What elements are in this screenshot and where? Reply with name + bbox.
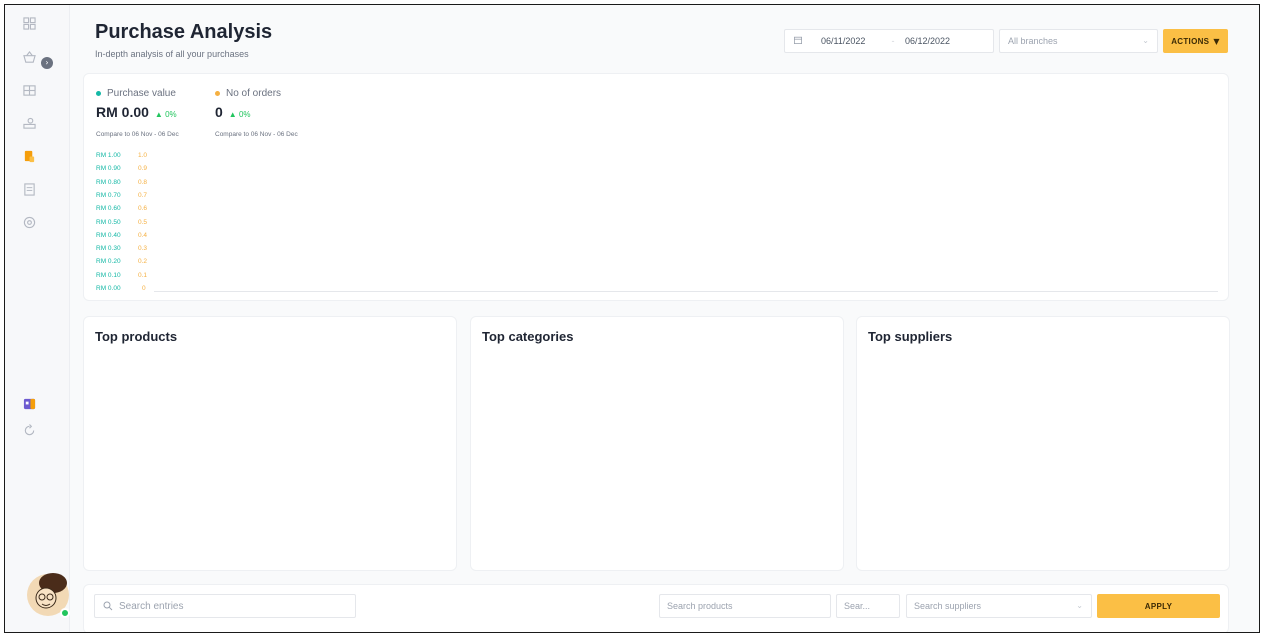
purchase-value-change: ▲ 0% xyxy=(155,110,177,119)
search-icon xyxy=(103,601,113,611)
refresh-icon[interactable] xyxy=(22,423,36,437)
calendar-icon xyxy=(785,36,811,47)
y-right-tick-label: 0 xyxy=(142,285,146,292)
change-value: 0% xyxy=(165,110,177,119)
online-status-indicator xyxy=(60,608,70,618)
search-products-input[interactable]: Search products xyxy=(659,594,831,618)
main-content: Purchase Analysis In-depth analysis of a… xyxy=(70,5,1259,632)
y-right-tick-label: 0.7 xyxy=(138,191,148,199)
legend-no-of-orders: No of orders xyxy=(215,88,281,99)
legend-purchase-value: Purchase value xyxy=(96,88,176,99)
top-products-panel: Top products xyxy=(83,316,457,571)
legend-label: Purchase value xyxy=(107,88,176,99)
purchase-chart-card: Purchase value No of orders RM 0.00 ▲ 0%… xyxy=(83,73,1229,301)
y-left-tick-label: RM 0.70 xyxy=(96,191,121,199)
search-suppliers-placeholder: Search suppliers xyxy=(914,601,982,611)
y-right-tick-label: 0.2 xyxy=(138,258,148,266)
y-left-tick-label: RM 0.50 xyxy=(96,218,121,226)
search-short-input[interactable]: Sear... xyxy=(836,594,900,618)
top-suppliers-panel: Top suppliers xyxy=(856,316,1230,571)
y-right-tick-label: 0.8 xyxy=(138,178,148,186)
trend-up-icon: ▲ xyxy=(228,110,237,119)
purchase-value-amount: RM 0.00 xyxy=(96,104,149,120)
top-products-title: Top products xyxy=(95,329,178,344)
teal-dot-icon xyxy=(96,91,101,96)
y-right-tick-label: 0.4 xyxy=(138,231,148,239)
date-from[interactable]: 06/11/2022 xyxy=(811,36,881,46)
orders-compare: Compare to 06 Nov - 06 Dec xyxy=(215,131,298,138)
purchase-icon[interactable] xyxy=(22,149,36,163)
top-categories-panel: Top categories xyxy=(470,316,844,571)
page-title: Purchase Analysis xyxy=(95,21,273,43)
trend-up-icon: ▲ xyxy=(154,110,163,119)
branch-select[interactable]: All branches ⌄ xyxy=(999,29,1158,53)
orders-stat: 0 ▲ 0% xyxy=(215,104,251,120)
y-left-tick-label: RM 0.10 xyxy=(96,271,121,279)
chevron-down-icon: ⌄ xyxy=(1076,601,1083,610)
y-left-tick-label: RM 0.90 xyxy=(96,165,121,173)
y-left-tick-label: RM 0.80 xyxy=(96,178,121,186)
y-left-tick-label: RM 0.40 xyxy=(96,231,121,239)
date-range-picker[interactable]: 06/11/2022 - 06/12/2022 xyxy=(784,29,994,53)
caret-down-icon: ▼ xyxy=(1213,36,1220,46)
actions-button[interactable]: ACTIONS ▼ xyxy=(1163,29,1228,53)
y-left-tick-label: RM 0.30 xyxy=(96,245,121,253)
search-entries-placeholder: Search entries xyxy=(119,600,184,612)
y-left-tick-label: RM 0.20 xyxy=(96,258,121,266)
orders-change: ▲ 0% xyxy=(229,110,251,119)
page-subtitle: In-depth analysis of all your purchases xyxy=(95,49,249,59)
date-separator: - xyxy=(891,36,895,46)
sidebar: › xyxy=(5,5,70,632)
y-left-tick-label: RM 0.60 xyxy=(96,205,121,213)
filter-bar: Search entries Search products Sear... S… xyxy=(83,584,1229,632)
y-right-tick-label: 1.0 xyxy=(138,152,148,159)
search-suppliers-select[interactable]: Search suppliers ⌄ xyxy=(906,594,1092,618)
apply-button[interactable]: APPLY xyxy=(1097,594,1220,618)
y-right-tick-label: 0.9 xyxy=(138,165,148,173)
receipt-icon[interactable] xyxy=(22,182,36,196)
purchase-value-compare: Compare to 06 Nov - 06 Dec xyxy=(96,131,179,138)
wallet-icon[interactable] xyxy=(22,396,36,410)
y-right-tick-label: 0.3 xyxy=(138,245,148,253)
search-entries-input[interactable]: Search entries xyxy=(94,594,356,618)
y-left-tick-label: RM 1.00 xyxy=(96,152,121,159)
basket-icon[interactable] xyxy=(22,50,36,64)
app-window: › Purchase Analysis In-depth analysis of… xyxy=(4,4,1260,633)
y-right-tick-label: 0.6 xyxy=(138,205,148,213)
grid-icon[interactable] xyxy=(22,83,36,97)
branch-select-value: All branches xyxy=(1008,36,1058,46)
actions-label: ACTIONS xyxy=(1171,36,1210,46)
settings-icon[interactable] xyxy=(22,215,36,229)
y-left-tick-label: RM 0.00 xyxy=(96,285,121,292)
orders-count: 0 xyxy=(215,104,223,120)
chart-baseline xyxy=(154,291,1218,292)
money-icon[interactable] xyxy=(22,116,36,130)
dashboard-icon[interactable] xyxy=(22,16,36,30)
legend-label: No of orders xyxy=(226,88,282,99)
date-to[interactable]: 06/12/2022 xyxy=(905,36,993,46)
top-categories-title: Top categories xyxy=(482,329,574,344)
orange-dot-icon xyxy=(215,91,220,96)
chevron-down-icon: ⌄ xyxy=(1142,36,1149,45)
y-right-tick-label: 0.5 xyxy=(138,218,148,226)
change-value: 0% xyxy=(238,110,251,119)
y-right-tick-label: 0.1 xyxy=(138,271,148,279)
purchase-value-stat: RM 0.00 ▲ 0% xyxy=(96,104,177,120)
collapse-sidebar-button[interactable]: › xyxy=(41,57,53,69)
top-suppliers-title: Top suppliers xyxy=(868,329,953,344)
